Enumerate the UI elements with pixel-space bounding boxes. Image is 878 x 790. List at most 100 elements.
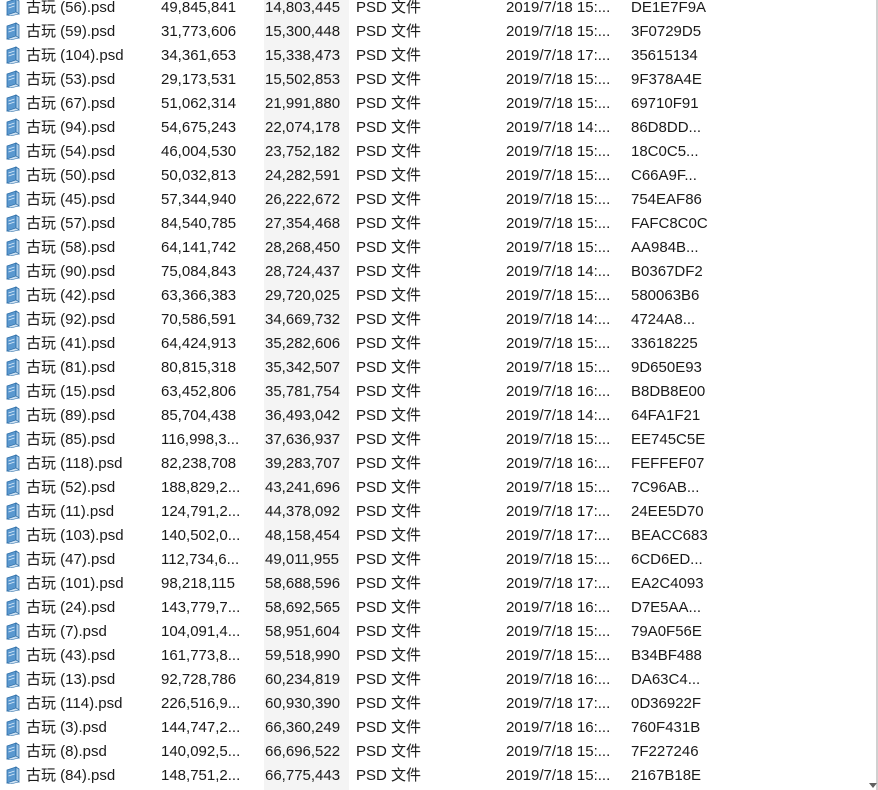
file-modified: 2019/7/18 16:...: [506, 599, 611, 616]
file-name-cell[interactable]: 古玩 (114).psd: [4, 692, 156, 716]
file-modified: 2019/7/18 15:...: [506, 551, 611, 568]
psd-file-icon: [6, 285, 20, 304]
file-name-cell[interactable]: 古玩 (118).psd: [4, 452, 156, 476]
file-name-cell[interactable]: 古玩 (13).psd: [4, 668, 156, 692]
file-crc: 580063B6: [631, 287, 700, 304]
file-row[interactable]: 古玩 (81).psd 80,815,318 35,342,507 PSD 文件…: [0, 356, 868, 380]
file-type: PSD 文件: [356, 695, 422, 712]
file-name-cell[interactable]: 古玩 (24).psd: [4, 596, 156, 620]
file-row[interactable]: 古玩 (52).psd 188,829,2... 43,241,696 PSD …: [0, 476, 868, 500]
file-row[interactable]: 古玩 (56).psd 49,845,841 14,803,445 PSD 文件…: [0, 0, 868, 20]
file-type: PSD 文件: [356, 383, 422, 400]
psd-file-icon: [6, 357, 20, 376]
file-row[interactable]: 古玩 (3).psd 144,747,2... 66,360,249 PSD 文…: [0, 716, 868, 740]
file-type: PSD 文件: [356, 95, 422, 112]
file-name-cell[interactable]: 古玩 (58).psd: [4, 236, 156, 260]
file-packed-size: 60,930,390: [264, 692, 349, 716]
file-row[interactable]: 古玩 (43).psd 161,773,8... 59,518,990 PSD …: [0, 644, 868, 668]
file-name-cell[interactable]: 古玩 (94).psd: [4, 116, 156, 140]
file-size: 148,751,2...: [161, 767, 241, 784]
file-modified: 2019/7/18 15:...: [506, 743, 611, 760]
file-size: 63,452,806: [161, 383, 237, 400]
file-row[interactable]: 古玩 (41).psd 64,424,913 35,282,606 PSD 文件…: [0, 332, 868, 356]
file-name-cell[interactable]: 古玩 (53).psd: [4, 68, 156, 92]
psd-file-icon: [6, 117, 20, 136]
file-row[interactable]: 古玩 (84).psd 148,751,2... 66,775,443 PSD …: [0, 764, 868, 788]
file-row[interactable]: 古玩 (7).psd 104,091,4... 58,951,604 PSD 文…: [0, 620, 868, 644]
file-crc: EE745C5E: [631, 431, 706, 448]
file-name-cell[interactable]: 古玩 (50).psd: [4, 164, 156, 188]
file-row[interactable]: 古玩 (11).psd 124,791,2... 44,378,092 PSD …: [0, 500, 868, 524]
file-row[interactable]: 古玩 (24).psd 143,779,7... 58,692,565 PSD …: [0, 596, 868, 620]
file-crc: B8DB8E00: [631, 383, 706, 400]
file-name: 古玩 (118).psd: [26, 455, 123, 473]
file-name-cell[interactable]: 古玩 (56).psd: [4, 0, 156, 20]
file-name: 古玩 (103).psd: [26, 527, 124, 545]
file-row[interactable]: 古玩 (103).psd 140,502,0... 48,158,454 PSD…: [0, 524, 868, 548]
vertical-scrollbar[interactable]: [868, 0, 878, 790]
file-name-cell[interactable]: 古玩 (92).psd: [4, 308, 156, 332]
file-name-cell[interactable]: 古玩 (41).psd: [4, 332, 156, 356]
file-row[interactable]: 古玩 (94).psd 54,675,243 22,074,178 PSD 文件…: [0, 116, 868, 140]
file-packed-size: 43,241,696: [264, 476, 349, 500]
file-row[interactable]: 古玩 (47).psd 112,734,6... 49,011,955 PSD …: [0, 548, 868, 572]
file-row[interactable]: 古玩 (42).psd 63,366,383 29,720,025 PSD 文件…: [0, 284, 868, 308]
file-row[interactable]: 古玩 (8).psd 140,092,5... 66,696,522 PSD 文…: [0, 740, 868, 764]
file-row[interactable]: 古玩 (90).psd 75,084,843 28,724,437 PSD 文件…: [0, 260, 868, 284]
psd-file-icon: [6, 765, 20, 784]
file-name-cell[interactable]: 古玩 (47).psd: [4, 548, 156, 572]
file-row[interactable]: 古玩 (89).psd 85,704,438 36,493,042 PSD 文件…: [0, 404, 868, 428]
file-row[interactable]: 古玩 (50).psd 50,032,813 24,282,591 PSD 文件…: [0, 164, 868, 188]
file-row[interactable]: 古玩 (45).psd 57,344,940 26,222,672 PSD 文件…: [0, 188, 868, 212]
file-crc: C66A9F...: [631, 167, 697, 184]
file-modified: 2019/7/18 17:...: [506, 575, 611, 592]
file-modified: 2019/7/18 15:...: [506, 359, 611, 376]
file-size: 143,779,7...: [161, 599, 241, 616]
scroll-down-arrow-icon[interactable]: [869, 783, 877, 788]
file-modified: 2019/7/18 14:...: [506, 407, 611, 424]
file-name: 古玩 (114).psd: [26, 695, 123, 713]
psd-file-icon: [6, 21, 20, 40]
file-name-cell[interactable]: 古玩 (81).psd: [4, 356, 156, 380]
file-row[interactable]: 古玩 (104).psd 34,361,653 15,338,473 PSD 文…: [0, 44, 868, 68]
file-packed-size: 14,803,445: [264, 0, 349, 20]
file-name-cell[interactable]: 古玩 (15).psd: [4, 380, 156, 404]
file-name-cell[interactable]: 古玩 (52).psd: [4, 476, 156, 500]
file-name-cell[interactable]: 古玩 (3).psd: [4, 716, 156, 740]
file-row[interactable]: 古玩 (57).psd 84,540,785 27,354,468 PSD 文件…: [0, 212, 868, 236]
file-row[interactable]: 古玩 (67).psd 51,062,314 21,991,880 PSD 文件…: [0, 92, 868, 116]
file-name-cell[interactable]: 古玩 (8).psd: [4, 740, 156, 764]
file-name-cell[interactable]: 古玩 (89).psd: [4, 404, 156, 428]
file-row[interactable]: 古玩 (53).psd 29,173,531 15,502,853 PSD 文件…: [0, 68, 868, 92]
file-row[interactable]: 古玩 (15).psd 63,452,806 35,781,754 PSD 文件…: [0, 380, 868, 404]
file-name-cell[interactable]: 古玩 (84).psd: [4, 764, 156, 788]
file-name-cell[interactable]: 古玩 (101).psd: [4, 572, 156, 596]
file-row[interactable]: 古玩 (85).psd 116,998,3... 37,636,937 PSD …: [0, 428, 868, 452]
file-name-cell[interactable]: 古玩 (11).psd: [4, 500, 156, 524]
file-packed-size: 29,720,025: [264, 284, 349, 308]
psd-file-icon: [6, 717, 20, 736]
file-name-cell[interactable]: 古玩 (103).psd: [4, 524, 156, 548]
file-row[interactable]: 古玩 (54).psd 46,004,530 23,752,182 PSD 文件…: [0, 140, 868, 164]
file-modified: 2019/7/18 15:...: [506, 647, 611, 664]
file-name-cell[interactable]: 古玩 (54).psd: [4, 140, 156, 164]
file-name-cell[interactable]: 古玩 (59).psd: [4, 20, 156, 44]
file-name-cell[interactable]: 古玩 (85).psd: [4, 428, 156, 452]
file-name-cell[interactable]: 古玩 (42).psd: [4, 284, 156, 308]
file-row[interactable]: 古玩 (114).psd 226,516,9... 60,930,390 PSD…: [0, 692, 868, 716]
file-name-cell[interactable]: 古玩 (57).psd: [4, 212, 156, 236]
file-row[interactable]: 古玩 (13).psd 92,728,786 60,234,819 PSD 文件…: [0, 668, 868, 692]
file-name-cell[interactable]: 古玩 (45).psd: [4, 188, 156, 212]
file-name-cell[interactable]: 古玩 (43).psd: [4, 644, 156, 668]
psd-file-icon: [6, 621, 20, 640]
file-name-cell[interactable]: 古玩 (90).psd: [4, 260, 156, 284]
file-type: PSD 文件: [356, 455, 422, 472]
file-row[interactable]: 古玩 (92).psd 70,586,591 34,669,732 PSD 文件…: [0, 308, 868, 332]
file-name-cell[interactable]: 古玩 (104).psd: [4, 44, 156, 68]
file-name-cell[interactable]: 古玩 (7).psd: [4, 620, 156, 644]
file-row[interactable]: 古玩 (58).psd 64,141,742 28,268,450 PSD 文件…: [0, 236, 868, 260]
file-row[interactable]: 古玩 (101).psd 98,218,115 58,688,596 PSD 文…: [0, 572, 868, 596]
file-name-cell[interactable]: 古玩 (67).psd: [4, 92, 156, 116]
file-row[interactable]: 古玩 (118).psd 82,238,708 39,283,707 PSD 文…: [0, 452, 868, 476]
file-row[interactable]: 古玩 (59).psd 31,773,606 15,300,448 PSD 文件…: [0, 20, 868, 44]
